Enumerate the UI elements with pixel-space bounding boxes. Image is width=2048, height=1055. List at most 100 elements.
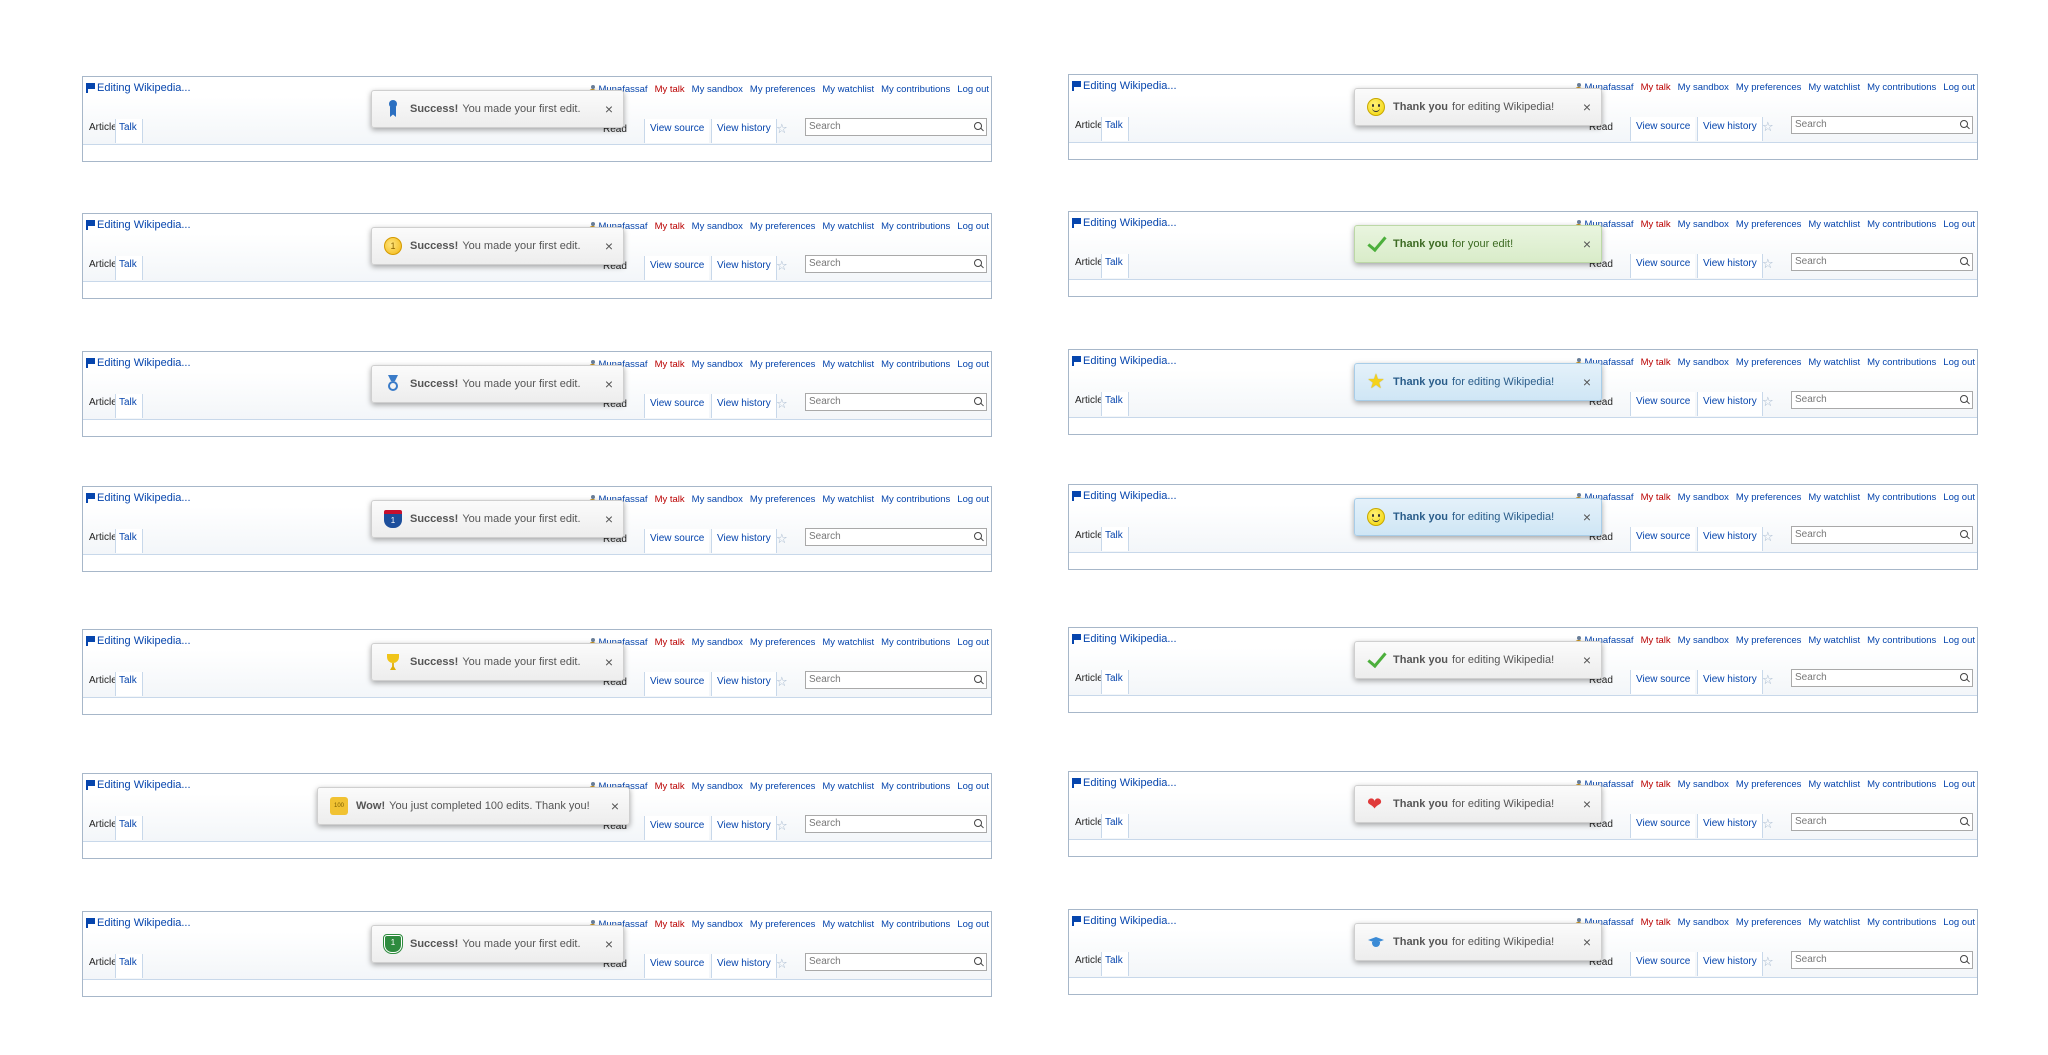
watch-star-icon[interactable]: ☆ <box>1762 954 1774 970</box>
log-out-link[interactable]: Log out <box>957 781 989 792</box>
my-talk-link[interactable]: My talk <box>655 359 685 370</box>
log-out-link[interactable]: Log out <box>957 359 989 370</box>
log-out-link[interactable]: Log out <box>1943 779 1975 790</box>
close-icon[interactable]: × <box>591 376 613 392</box>
search-icon[interactable] <box>974 675 982 683</box>
search-input[interactable]: Search <box>805 255 987 273</box>
tab-view-history[interactable]: View history <box>711 119 777 143</box>
tab-article[interactable]: Article <box>1075 955 1103 966</box>
log-out-link[interactable]: Log out <box>1943 635 1975 646</box>
my-contributions-link[interactable]: My contributions <box>881 637 950 648</box>
my-talk-link[interactable]: My talk <box>1641 917 1671 928</box>
editing-link[interactable]: Editing Wikipedia... <box>86 357 191 369</box>
close-icon[interactable]: × <box>591 238 613 254</box>
close-icon[interactable]: × <box>1569 934 1591 950</box>
editing-link[interactable]: Editing Wikipedia... <box>1072 633 1177 645</box>
my-talk-link[interactable]: My talk <box>655 637 685 648</box>
tab-talk[interactable]: Talk <box>115 672 143 696</box>
my-watchlist-link[interactable]: My watchlist <box>822 919 874 930</box>
watch-star-icon[interactable]: ☆ <box>776 674 788 690</box>
tab-view-history[interactable]: View history <box>711 256 777 280</box>
tab-article[interactable]: Article <box>1075 817 1103 828</box>
watch-star-icon[interactable]: ☆ <box>776 258 788 274</box>
search-input[interactable]: Search <box>805 393 987 411</box>
search-input[interactable]: Search <box>805 671 987 689</box>
my-contributions-link[interactable]: My contributions <box>1867 917 1936 928</box>
close-icon[interactable]: × <box>591 101 613 117</box>
tab-view-source[interactable]: View source <box>1630 814 1696 838</box>
tab-article[interactable]: Article <box>89 675 117 686</box>
my-talk-link[interactable]: My talk <box>1641 82 1671 93</box>
tab-talk[interactable]: Talk <box>115 529 143 553</box>
tab-view-history[interactable]: View history <box>1697 254 1763 278</box>
editing-link[interactable]: Editing Wikipedia... <box>86 492 191 504</box>
search-icon[interactable] <box>974 957 982 965</box>
search-input[interactable]: Search <box>1791 391 1973 409</box>
tab-view-history[interactable]: View history <box>711 529 777 553</box>
log-out-link[interactable]: Log out <box>957 637 989 648</box>
search-input[interactable]: Search <box>805 815 987 833</box>
tab-view-history[interactable]: View history <box>1697 527 1763 551</box>
my-sandbox-link[interactable]: My sandbox <box>1678 82 1729 93</box>
tab-talk[interactable]: Talk <box>1101 254 1129 278</box>
my-sandbox-link[interactable]: My sandbox <box>692 494 743 505</box>
log-out-link[interactable]: Log out <box>1943 82 1975 93</box>
my-contributions-link[interactable]: My contributions <box>881 919 950 930</box>
my-preferences-link[interactable]: My preferences <box>1736 492 1801 503</box>
tab-view-history[interactable]: View history <box>711 816 777 840</box>
tab-article[interactable]: Article <box>1075 120 1103 131</box>
close-icon[interactable]: × <box>1569 796 1591 812</box>
my-sandbox-link[interactable]: My sandbox <box>692 221 743 232</box>
tab-view-source[interactable]: View source <box>644 816 710 840</box>
watch-star-icon[interactable]: ☆ <box>776 531 788 547</box>
search-icon[interactable] <box>974 122 982 130</box>
tab-view-history[interactable]: View history <box>1697 392 1763 416</box>
close-icon[interactable]: × <box>591 511 613 527</box>
my-sandbox-link[interactable]: My sandbox <box>1678 219 1729 230</box>
tab-view-source[interactable]: View source <box>644 394 710 418</box>
close-icon[interactable]: × <box>1569 99 1591 115</box>
tab-talk[interactable]: Talk <box>115 256 143 280</box>
watch-star-icon[interactable]: ☆ <box>1762 816 1774 832</box>
editing-link[interactable]: Editing Wikipedia... <box>1072 355 1177 367</box>
close-icon[interactable]: × <box>597 798 619 814</box>
search-icon[interactable] <box>1960 395 1968 403</box>
tab-view-history[interactable]: View history <box>711 954 777 978</box>
tab-view-source[interactable]: View source <box>644 119 710 143</box>
tab-article[interactable]: Article <box>89 259 117 270</box>
tab-view-history[interactable]: View history <box>1697 670 1763 694</box>
my-sandbox-link[interactable]: My sandbox <box>1678 357 1729 368</box>
editing-link[interactable]: Editing Wikipedia... <box>1072 217 1177 229</box>
search-input[interactable]: Search <box>805 528 987 546</box>
tab-talk[interactable]: Talk <box>115 954 143 978</box>
watch-star-icon[interactable]: ☆ <box>776 396 788 412</box>
log-out-link[interactable]: Log out <box>1943 357 1975 368</box>
my-watchlist-link[interactable]: My watchlist <box>1808 357 1860 368</box>
tab-view-source[interactable]: View source <box>1630 392 1696 416</box>
watch-star-icon[interactable]: ☆ <box>1762 529 1774 545</box>
my-talk-link[interactable]: My talk <box>1641 779 1671 790</box>
search-icon[interactable] <box>974 819 982 827</box>
close-icon[interactable]: × <box>1569 236 1591 252</box>
my-sandbox-link[interactable]: My sandbox <box>692 84 743 95</box>
editing-link[interactable]: Editing Wikipedia... <box>86 917 191 929</box>
my-talk-link[interactable]: My talk <box>655 781 685 792</box>
tab-view-source[interactable]: View source <box>1630 254 1696 278</box>
tab-article[interactable]: Article <box>1075 395 1103 406</box>
watch-star-icon[interactable]: ☆ <box>776 121 788 137</box>
close-icon[interactable]: × <box>1569 652 1591 668</box>
my-talk-link[interactable]: My talk <box>655 494 685 505</box>
editing-link[interactable]: Editing Wikipedia... <box>1072 915 1177 927</box>
search-input[interactable]: Search <box>1791 669 1973 687</box>
my-preferences-link[interactable]: My preferences <box>1736 219 1801 230</box>
tab-article[interactable]: Article <box>1075 530 1103 541</box>
log-out-link[interactable]: Log out <box>957 221 989 232</box>
tab-talk[interactable]: Talk <box>1101 392 1129 416</box>
my-preferences-link[interactable]: My preferences <box>750 359 815 370</box>
watch-star-icon[interactable]: ☆ <box>1762 394 1774 410</box>
my-sandbox-link[interactable]: My sandbox <box>692 359 743 370</box>
my-preferences-link[interactable]: My preferences <box>1736 917 1801 928</box>
log-out-link[interactable]: Log out <box>957 494 989 505</box>
my-watchlist-link[interactable]: My watchlist <box>822 637 874 648</box>
search-icon[interactable] <box>1960 673 1968 681</box>
